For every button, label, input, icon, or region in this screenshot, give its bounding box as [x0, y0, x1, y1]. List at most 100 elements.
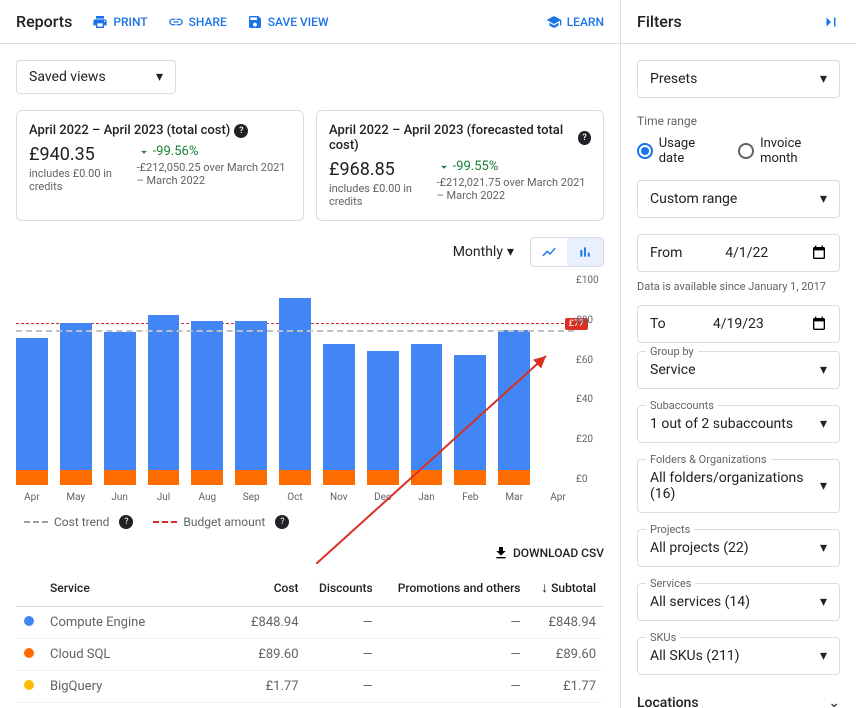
legend: Cost trend? Budget amount? — [16, 515, 604, 529]
total-cost-card: April 2022 – April 2023 (total cost)? £9… — [16, 110, 304, 221]
total-cost-value: £940.35 — [29, 144, 113, 165]
subaccounts-dropdown[interactable]: Subaccounts1 out of 2 subaccounts▾ — [637, 405, 840, 443]
group-by-dropdown[interactable]: Group byService▾ — [637, 351, 840, 389]
locations-section[interactable]: Locations⌄ — [637, 691, 840, 708]
col-promo[interactable]: Promotions and others — [381, 569, 529, 607]
presets-dropdown[interactable]: Presets▾ — [637, 60, 840, 98]
content: Saved views ▾ April 2022 – April 2023 (t… — [0, 44, 620, 708]
bar-Jun[interactable]: Jun — [104, 332, 136, 485]
calendar-icon — [811, 245, 827, 261]
page-title: Reports — [16, 12, 72, 31]
trend-line — [16, 330, 574, 332]
projects-dropdown[interactable]: ProjectsAll projects (22)▾ — [637, 529, 840, 567]
saved-views-dropdown[interactable]: Saved views ▾ — [16, 60, 176, 94]
chart-type-toggle — [530, 237, 604, 267]
from-date-input[interactable]: From 4/1/22 — [637, 234, 840, 272]
usage-date-radio[interactable]: Usage date — [637, 136, 722, 166]
chart: £77 AprMayJunJulAugSepOctNovDecJanFebMar… — [16, 275, 604, 505]
to-date-input[interactable]: To 4/19/23 — [637, 305, 840, 343]
invoice-month-radio[interactable]: Invoice month — [738, 136, 840, 166]
table-row[interactable]: BigQuery£1.77——£1.77 — [16, 671, 604, 703]
legend-budget: Budget amount? — [153, 515, 289, 529]
print-button[interactable]: PRINT — [92, 14, 147, 30]
learn-button[interactable]: LEARN — [546, 14, 604, 30]
bar-May[interactable]: May — [60, 323, 92, 485]
series-dot — [24, 616, 34, 626]
table-row[interactable]: Compute Engine£848.94——£848.94 — [16, 607, 604, 639]
save-icon — [247, 14, 263, 30]
bar-chart-toggle[interactable] — [567, 238, 603, 266]
chevron-down-icon: ▾ — [820, 362, 827, 378]
filters-title: Filters — [637, 12, 682, 31]
bar-Feb[interactable]: Feb — [454, 355, 486, 485]
share-button[interactable]: SHARE — [168, 14, 227, 30]
time-range-label: Time range — [637, 114, 840, 128]
chevron-down-icon: ▾ — [820, 648, 827, 664]
chart-controls: Monthly ▾ — [16, 237, 604, 267]
chevron-down-icon: ▾ — [820, 594, 827, 610]
radio-checked-icon — [637, 143, 653, 159]
col-discounts[interactable]: Discounts — [307, 569, 381, 607]
radio-unchecked-icon — [738, 143, 754, 159]
legend-cost-trend: Cost trend? — [24, 515, 133, 529]
chevron-down-icon: ▾ — [820, 478, 827, 494]
calendar-icon — [811, 316, 827, 332]
summary-cards: April 2022 – April 2023 (total cost)? £9… — [16, 110, 604, 221]
filters-panel: Filters Presets▾ Time range Usage date I… — [621, 0, 856, 708]
bar-Dec[interactable]: Dec — [367, 351, 399, 485]
save-view-button[interactable]: SAVE VIEW — [247, 14, 329, 30]
sort-desc-icon: ↓ — [541, 580, 548, 596]
forecast-cost-card: April 2022 – April 2023 (forecasted tota… — [316, 110, 604, 221]
bar-Oct[interactable]: Oct — [279, 298, 311, 485]
chevron-down-icon: ▾ — [820, 191, 827, 207]
y-axis: £100£80£60£40£20£0 — [576, 275, 604, 485]
skus-dropdown[interactable]: SKUsAll SKUs (211)▾ — [637, 637, 840, 675]
header: Reports PRINT SHARE SAVE VIEW LEARN — [0, 0, 620, 44]
learn-icon — [546, 14, 562, 30]
chevron-down-icon: ▾ — [820, 416, 827, 432]
bar-Nov[interactable]: Nov — [323, 344, 355, 485]
series-dot — [24, 648, 34, 658]
from-hint: Data is available since January 1, 2017 — [637, 280, 840, 293]
services-dropdown[interactable]: ServicesAll services (14)▾ — [637, 583, 840, 621]
download-icon — [493, 545, 509, 561]
line-chart-toggle[interactable] — [531, 238, 567, 266]
bar-Sep[interactable]: Sep — [235, 321, 267, 485]
bar-Mar[interactable]: Mar — [498, 330, 530, 485]
table-row[interactable]: Cloud SQL£89.60——£89.60 — [16, 639, 604, 671]
chevron-down-icon: ▾ — [507, 244, 514, 260]
help-icon[interactable]: ? — [119, 515, 133, 529]
download-csv-button[interactable]: DOWNLOAD CSV — [16, 545, 604, 561]
forecast-cost-value: £968.85 — [329, 159, 413, 180]
col-cost[interactable]: Cost — [239, 569, 307, 607]
header-actions: PRINT SHARE SAVE VIEW — [92, 14, 328, 30]
col-subtotal[interactable]: ↓ Subtotal — [528, 569, 604, 607]
main-panel: Reports PRINT SHARE SAVE VIEW LEARN — [0, 0, 621, 708]
chevron-down-icon: ⌄ — [828, 695, 840, 708]
interval-dropdown[interactable]: Monthly ▾ — [445, 240, 522, 264]
range-dropdown[interactable]: Custom range▾ — [637, 180, 840, 218]
chevron-down-icon: ▾ — [820, 71, 827, 87]
arrow-down-icon — [437, 160, 451, 174]
help-icon[interactable]: ? — [275, 515, 289, 529]
series-dot — [24, 680, 34, 690]
folders-dropdown[interactable]: Folders & OrganizationsAll folders/organ… — [637, 459, 840, 513]
bar-Jan[interactable]: Jan — [411, 344, 443, 485]
help-icon[interactable]: ? — [578, 131, 591, 145]
chevron-down-icon: ▾ — [156, 69, 163, 85]
filters-header: Filters — [621, 0, 856, 44]
collapse-panel-icon[interactable] — [822, 13, 840, 31]
arrow-down-icon — [137, 145, 151, 159]
bar-Jul[interactable]: Jul — [148, 315, 180, 485]
chart-bars: AprMayJunJulAugSepOctNovDecJanFebMarApr — [16, 275, 574, 485]
cost-table: Service Cost Discounts Promotions and ot… — [16, 569, 604, 708]
bar-Apr[interactable]: Apr — [16, 338, 48, 485]
link-icon — [168, 14, 184, 30]
table-row[interactable]: Cloud Storage£0.02——£0.02 — [16, 703, 604, 708]
bar-Aug[interactable]: Aug — [191, 321, 223, 485]
help-icon[interactable]: ? — [234, 124, 248, 138]
col-service[interactable]: Service — [42, 569, 239, 607]
line-chart-icon — [541, 244, 557, 260]
chevron-down-icon: ▾ — [820, 540, 827, 556]
bar-chart-icon — [577, 244, 593, 260]
